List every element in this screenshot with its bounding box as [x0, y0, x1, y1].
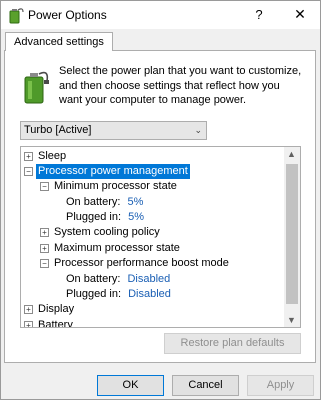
- power-options-icon: [9, 8, 24, 24]
- tree-item-max-state-label: Maximum processor state: [54, 242, 180, 254]
- chevron-down-icon: ⌄: [194, 125, 202, 135]
- ok-button[interactable]: OK: [97, 375, 164, 396]
- expand-icon[interactable]: +: [40, 244, 49, 253]
- on-battery-label: On battery:: [66, 273, 121, 285]
- tree-item-cooling-label: System cooling policy: [54, 226, 160, 238]
- cancel-button[interactable]: Cancel: [172, 375, 239, 396]
- tree-item-boost-label: Processor performance boost mode: [54, 257, 229, 269]
- expand-icon[interactable]: +: [24, 152, 33, 161]
- tree-item-min-state-label: Minimum processor state: [54, 180, 177, 192]
- power-options-window: Power Options ? ✕ Advanced settings Sele…: [0, 0, 321, 400]
- collapse-icon[interactable]: −: [40, 182, 49, 191]
- boost-on-battery[interactable]: On battery: Disabled: [66, 272, 170, 287]
- power-plan-select[interactable]: Turbo [Active] ⌄: [20, 121, 207, 140]
- description-text: Select the power plan that you want to c…: [59, 65, 302, 106]
- min-state-on-battery[interactable]: On battery: 5%: [66, 195, 143, 210]
- power-plan-value: Turbo [Active]: [24, 124, 92, 136]
- tree-item-battery-label: Battery: [38, 319, 73, 328]
- min-plugged-in-value[interactable]: 5%: [128, 211, 144, 223]
- plugged-in-label: Plugged in:: [66, 288, 122, 300]
- tree-item-sleep-label: Sleep: [38, 150, 67, 162]
- expand-icon[interactable]: +: [24, 321, 33, 327]
- collapse-icon[interactable]: −: [40, 259, 49, 268]
- expand-icon[interactable]: +: [40, 228, 49, 237]
- on-battery-label: On battery:: [66, 196, 121, 208]
- scroll-down-icon[interactable]: ▼: [287, 315, 296, 325]
- tab-advanced-settings[interactable]: Advanced settings: [5, 32, 113, 51]
- tree-scrollbar[interactable]: ▲ ▼: [284, 147, 300, 327]
- settings-tree[interactable]: + Sleep − Processor power management − M…: [20, 146, 301, 328]
- min-on-battery-value[interactable]: 5%: [127, 196, 143, 208]
- boost-on-battery-value[interactable]: Disabled: [127, 273, 170, 285]
- restore-plan-defaults-button[interactable]: Restore plan defaults: [164, 333, 301, 354]
- title-bar: Power Options ? ✕: [1, 1, 320, 29]
- close-button[interactable]: ✕: [293, 6, 307, 23]
- help-button[interactable]: ?: [252, 7, 266, 22]
- boost-plugged-in-value[interactable]: Disabled: [128, 288, 171, 300]
- window-title: Power Options: [28, 8, 107, 22]
- battery-plan-icon: [24, 71, 49, 104]
- expand-icon[interactable]: +: [24, 305, 33, 314]
- apply-button[interactable]: Apply: [247, 375, 314, 396]
- scroll-up-icon[interactable]: ▲: [287, 149, 296, 159]
- tree-item-display-label: Display: [38, 303, 75, 315]
- collapse-icon[interactable]: −: [24, 167, 33, 176]
- scroll-thumb[interactable]: [286, 164, 298, 304]
- plugged-in-label: Plugged in:: [66, 211, 122, 223]
- tree-item-processor-label: Processor power management: [36, 164, 190, 179]
- min-state-plugged-in[interactable]: Plugged in: 5%: [66, 210, 144, 225]
- boost-plugged-in[interactable]: Plugged in: Disabled: [66, 287, 171, 302]
